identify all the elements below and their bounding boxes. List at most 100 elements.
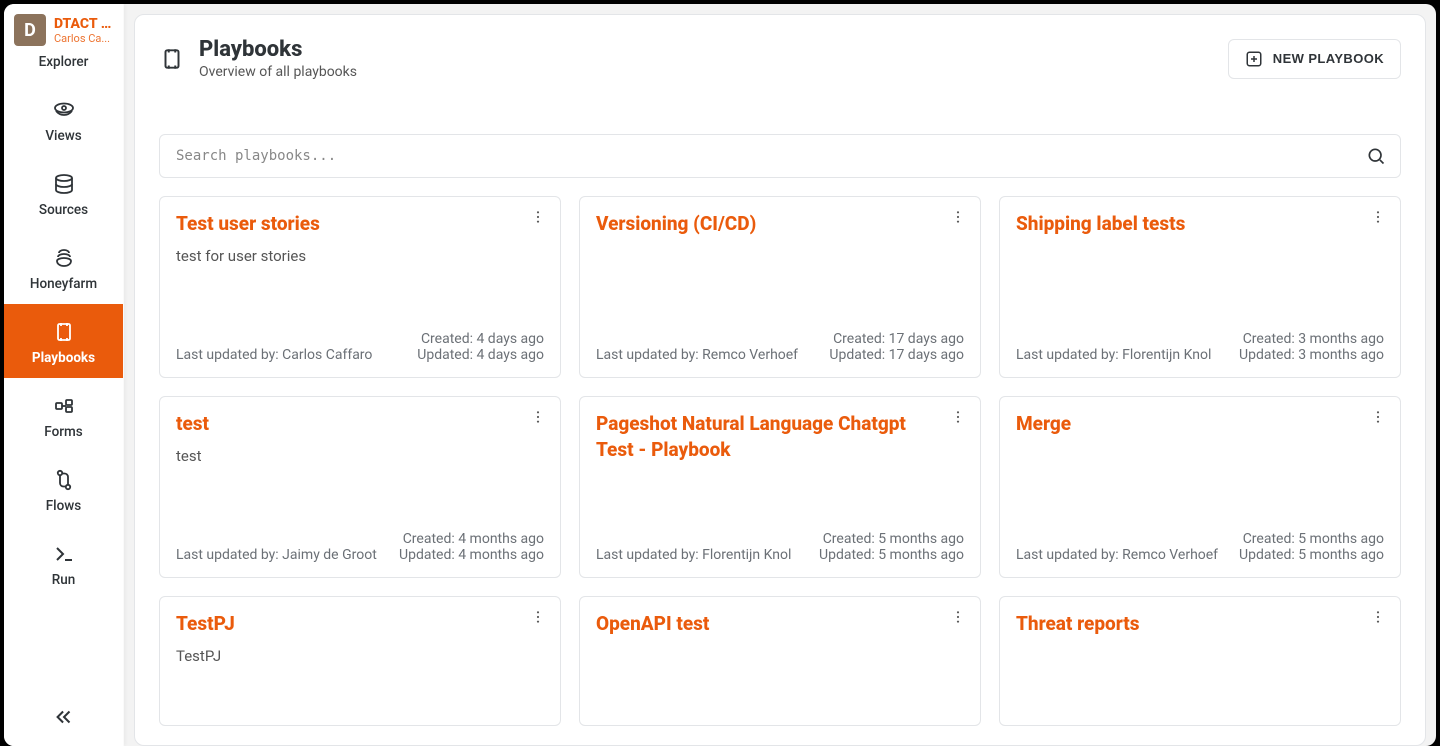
playbook-card[interactable]: Test user stories test for user stories La… [159,196,561,378]
playbook-meta: Last updated by: Florentijn KnolCreated:… [1016,331,1384,363]
playbook-meta: Last updated by: Jaimy de Groot Created: … [176,531,544,563]
playbook-description: TestPJ [176,647,544,665]
button-label: NEW PLAYBOOK [1273,51,1384,66]
playbook-card[interactable]: Shipping label tests Last updated by: Flo… [999,196,1401,378]
playbook-card[interactable]: Threat reports [999,596,1401,726]
sidebar-item-flows[interactable]: Flows [4,452,123,526]
updated-by: Last updated by: Jaimy de Groot [176,547,377,563]
playbook-meta: Last updated by: Remco Verhoef Created: 5… [1016,531,1384,563]
content-panel: Playbooks Overview of all playbooks NEW … [134,14,1426,746]
playbook-meta: Last updated by: Remco Verhoef Created: 1… [596,331,964,363]
content: Test user stories test for user stories La… [135,116,1425,726]
database-icon [52,172,76,196]
org-name: DTACT ... [54,16,113,32]
sidebar-item-label: Run [52,572,76,588]
sidebar-nav: Explorer Views [4,48,123,600]
sidebar-item-label: Sources [39,202,88,218]
sidebar-item-label: Views [45,128,81,144]
sidebar-item-label: Honeyfarm [30,276,97,292]
playbook-title: test [176,411,544,437]
playbook-description: test for user stories [176,247,544,265]
created-at: Created: 3 months ago [1239,331,1384,347]
playbook-meta: Last updated by: Florentijn Knol Created:… [596,531,964,563]
sidebar: D DTACT ... Carlos Ca... Explorer Views [4,4,124,746]
playbook-title: Test user stories [176,211,544,237]
dots-vertical-icon [530,209,546,225]
playbook-card[interactable]: Pageshot Natural Language Chatgpt Test -… [579,396,981,578]
dots-vertical-icon [950,609,966,625]
sidebar-item-run[interactable]: Run [4,526,123,600]
playbook-title: Merge [1016,411,1384,437]
playbook-title: OpenAPI test [596,611,964,637]
playbook-icon [52,320,76,344]
updated-by: Last updated by: Remco Verhoef [596,347,798,363]
created-at: Created: 5 months ago [819,531,964,547]
card-menu-button[interactable] [946,405,970,429]
created-at: Created: 17 days ago [829,331,964,347]
chevron-double-left-icon [53,706,75,728]
dots-vertical-icon [1370,609,1386,625]
dots-vertical-icon [530,409,546,425]
sidebar-item-explorer[interactable]: Explorer [4,48,123,82]
collapse-sidebar-button[interactable] [4,692,123,746]
sidebar-item-label: Forms [44,424,82,440]
dots-vertical-icon [530,609,546,625]
card-menu-button[interactable] [946,205,970,229]
main: Playbooks Overview of all playbooks NEW … [124,4,1436,746]
terminal-icon [52,542,76,566]
card-menu-button[interactable] [526,205,550,229]
created-at: Created: 5 months ago [1239,531,1384,547]
created-at: Created: 4 days ago [417,331,544,347]
forms-icon [52,394,76,418]
plus-square-icon [1245,50,1263,68]
org-subtitle: Carlos Ca... [54,32,113,45]
updated-at: Updated: 17 days ago [829,347,964,363]
dots-vertical-icon [950,409,966,425]
playbook-card[interactable]: test test Last updated by: Jaimy de Groot C… [159,396,561,578]
sidebar-item-label: Flows [46,498,82,514]
playbook-card[interactable]: Versioning (CI/CD) Last updated by: Remco… [579,196,981,378]
playbook-title: Versioning (CI/CD) [596,211,964,237]
updated-by: Last updated by: Remco Verhoef [1016,547,1218,563]
playbook-icon [159,46,185,72]
playbook-title: Shipping label tests [1016,211,1384,237]
new-playbook-button[interactable]: NEW PLAYBOOK [1228,39,1401,79]
org-logo: D [14,14,46,46]
card-menu-button[interactable] [1366,205,1390,229]
playbook-meta: Last updated by: Carlos CaffaroCreated: … [176,331,544,363]
card-menu-button[interactable] [526,605,550,629]
hive-icon [52,246,76,270]
search-bar[interactable] [159,134,1401,178]
sidebar-item-sources[interactable]: Sources [4,156,123,230]
card-menu-button[interactable] [946,605,970,629]
card-menu-button[interactable] [1366,405,1390,429]
card-menu-button[interactable] [526,405,550,429]
playbook-title: Threat reports [1016,611,1384,637]
playbook-card[interactable]: Merge Last updated by: Remco Verhoef Creat… [999,396,1401,578]
flows-icon [52,468,76,492]
app-window: D DTACT ... Carlos Ca... Explorer Views [4,4,1436,746]
sidebar-item-playbooks[interactable]: Playbooks [4,304,123,378]
sidebar-item-forms[interactable]: Forms [4,378,123,452]
updated-by: Last updated by: Florentijn Knol [596,547,791,563]
playbook-title: Pageshot Natural Language Chatgpt Test -… [596,411,964,462]
created-at: Created: 4 months ago [399,531,544,547]
updated-at: Updated: 4 months ago [399,547,544,563]
sidebar-item-honeyfarm[interactable]: Honeyfarm [4,230,123,304]
playbook-card[interactable]: OpenAPI test [579,596,981,726]
search-input[interactable] [174,147,1366,165]
updated-at: Updated: 5 months ago [1239,547,1384,563]
updated-at: Updated: 4 days ago [417,347,544,363]
search-icon [1366,146,1386,166]
sidebar-item-label: Playbooks [32,350,95,366]
sidebar-item-label: Explorer [39,54,89,70]
playbook-description: test [176,447,544,465]
dots-vertical-icon [1370,409,1386,425]
playbook-card[interactable]: TestPJ TestPJ [159,596,561,726]
org-switcher[interactable]: D DTACT ... Carlos Ca... [4,4,123,48]
sidebar-item-views[interactable]: Views [4,82,123,156]
dots-vertical-icon [950,209,966,225]
card-menu-button[interactable] [1366,605,1390,629]
updated-at: Updated: 5 months ago [819,547,964,563]
playbook-title: TestPJ [176,611,544,637]
